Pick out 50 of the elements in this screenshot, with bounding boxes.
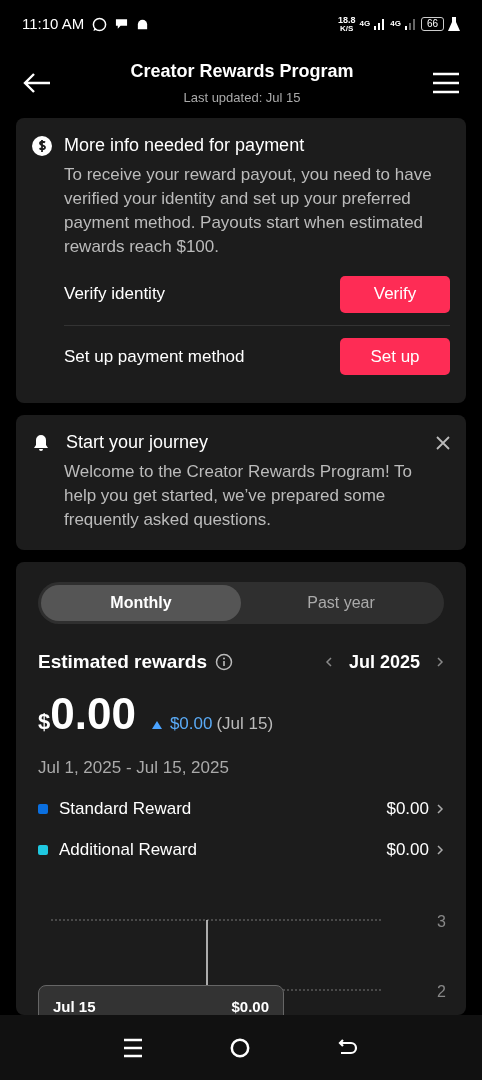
- date-range: Jul 1, 2025 - Jul 15, 2025: [38, 756, 230, 779]
- bell-icon: [32, 433, 50, 452]
- action-label: Set up payment method: [64, 345, 245, 368]
- signal-icon: [404, 18, 417, 30]
- axis-tick-label: 3: [437, 912, 446, 932]
- action-button[interactable]: Set up: [340, 338, 450, 375]
- last-updated-text: Last updated: Jul 15: [183, 88, 301, 107]
- network-type: 4G: [390, 18, 401, 30]
- card-title: More info needed for payment: [64, 134, 305, 157]
- period-tab[interactable]: Past year: [241, 585, 441, 621]
- total-amount: $0.00: [38, 687, 136, 740]
- period-tab[interactable]: Monthly: [41, 585, 241, 621]
- cursor-line: [206, 919, 208, 987]
- battery-indicator: 66: [420, 17, 444, 31]
- flask-icon: [448, 17, 460, 31]
- home-icon[interactable]: [230, 1037, 250, 1058]
- reward-type[interactable]: Additional Reward: [59, 836, 197, 863]
- chevron-right-icon[interactable]: [436, 656, 444, 669]
- change-date: (Jul 15): [216, 712, 274, 735]
- dollar-icon: [32, 135, 52, 156]
- tooltip-value: $0.00: [231, 997, 269, 1015]
- action-button[interactable]: Verify: [340, 275, 450, 313]
- reward-amount[interactable]: $0.00: [386, 795, 429, 822]
- clock: 11:10 AM: [22, 13, 85, 34]
- back-arrow-icon[interactable]: [22, 72, 52, 94]
- triangle-up-icon: [151, 720, 162, 729]
- signal-icon: [374, 18, 387, 30]
- chevron-left-icon[interactable]: [324, 656, 333, 669]
- chevron-right-icon[interactable]: [437, 802, 444, 815]
- network-type: 4G: [359, 18, 371, 30]
- month-label: Jul 2025: [348, 650, 420, 674]
- change-amount: $0.00: [169, 712, 213, 735]
- card-description: Welcome to the Creator Rewards Program! To help you get started, we’ve prepared some frequently asked questions.: [64, 461, 413, 531]
- reward-amount[interactable]: $0.00: [386, 836, 429, 863]
- close-icon[interactable]: [436, 435, 450, 450]
- action-label: Verify identity: [64, 283, 166, 306]
- card-description: To receive your reward payout, you need to have verified your identity and set up your preferred payment method. Payouts start when estimated rewards reach $100.: [64, 164, 433, 258]
- reward-type[interactable]: Standard Reward: [59, 795, 192, 822]
- tooltip-date: Jul 15: [53, 997, 96, 1015]
- info-icon[interactable]: [214, 653, 233, 672]
- chevron-right-icon[interactable]: [437, 843, 444, 856]
- section-title: Estimated rewards: [38, 650, 207, 674]
- axis-tick-label: 2: [437, 982, 446, 1002]
- card-title: Start your journey: [66, 431, 209, 454]
- chat-bubble-icon: [92, 16, 108, 32]
- menu-icon[interactable]: [432, 72, 460, 94]
- recent-apps-icon[interactable]: [124, 1037, 142, 1058]
- message-icon: [115, 18, 129, 30]
- network-speed: 18.8 K/S: [338, 15, 356, 33]
- page-title: Creator Rewards Program: [130, 59, 354, 83]
